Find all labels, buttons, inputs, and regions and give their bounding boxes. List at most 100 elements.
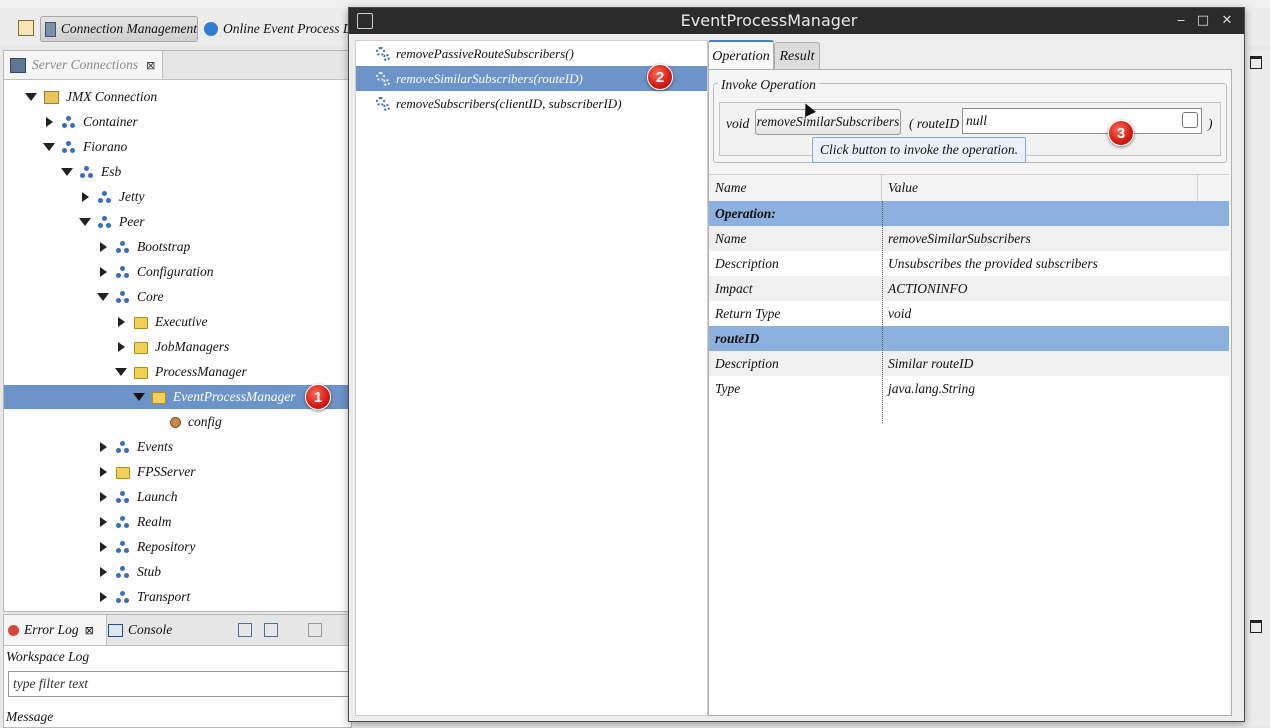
property-value: Similar routeID [888,356,974,371]
perspective-label: Connection Management [60,21,197,36]
collapse-toggle-icon[interactable] [42,115,56,129]
operation-item[interactable]: removeSubscribers(clientID, subscriberID… [356,91,707,116]
property-row[interactable]: Type java.lang.String [709,376,1229,401]
tree-node-eventprocessmanager[interactable]: EventProcessManager [4,385,351,409]
name-column-header[interactable]: Name [715,175,747,201]
tab-operation[interactable]: Operation [708,40,774,72]
tree-node-jobmanagers[interactable]: JobManagers [4,335,351,359]
clear-log-icon[interactable] [308,623,322,637]
message-column-header[interactable]: Message [6,709,53,725]
tree-node-esb[interactable]: Esb [4,160,351,184]
collapse-toggle-icon[interactable] [96,565,110,579]
tree-node-fiorano[interactable]: Fiorano [4,135,351,159]
filter-input[interactable]: type filter text [8,671,353,697]
tree-node-processmanager[interactable]: ProcessManager [4,360,351,384]
collapse-toggle-icon[interactable] [96,515,110,529]
maximize-icon[interactable] [1250,56,1262,69]
expand-toggle-icon[interactable] [78,215,92,229]
property-row[interactable]: Return Type void [709,301,1229,326]
collapse-toggle-icon[interactable] [96,540,110,554]
server-connections-tabbar: Server Connections ⊠ [4,51,351,80]
gear-small-icon [383,103,390,111]
tree-node-stub[interactable]: Stub [4,560,351,584]
value-column-header[interactable]: Value [888,175,918,201]
expand-toggle-icon[interactable] [60,165,74,179]
expand-toggle-icon[interactable] [42,140,56,154]
tree-node-peer[interactable]: Peer [4,210,351,234]
perspective-connection-management[interactable]: Connection Management [40,16,198,42]
tree-node-executive[interactable]: Executive [4,310,351,334]
open-perspective-icon[interactable] [18,20,34,36]
property-row[interactable]: Impact ACTIONINFO [709,276,1229,301]
expand-toggle-icon[interactable] [96,290,110,304]
tree-node-transport[interactable]: Transport [4,585,351,609]
property-name: Name [715,231,747,246]
invoke-tooltip: Click button to invoke the operation. [812,137,1026,163]
mbean-icon [116,440,130,454]
parameter-close: ) [1208,116,1213,131]
operation-tab-panel: Invoke Operation void removeSimilarSubsc… [708,69,1232,716]
collapse-toggle-icon[interactable] [96,490,110,504]
collapse-toggle-icon[interactable] [114,315,128,329]
tree-node-bootstrap[interactable]: Bootstrap [4,235,351,259]
property-row[interactable]: Description Unsubscribes the provided sub… [709,251,1229,276]
tree-node-core[interactable]: Core [4,285,351,309]
tree-node-fpsserver[interactable]: FPSServer [4,460,351,484]
maximize-icon[interactable] [1250,620,1262,633]
export-log-icon[interactable] [238,623,252,637]
tree-node-jmx-connection[interactable]: JMX Connection [4,85,351,109]
tree-node-container[interactable]: Container [4,110,351,134]
tab-console[interactable]: Console [108,615,172,645]
import-log-icon[interactable] [264,623,278,637]
maximize-icon[interactable]: □ [1194,12,1212,30]
tree-node-events[interactable]: Events [4,435,351,459]
close-icon[interactable]: ⊠ [146,59,155,72]
tab-result[interactable]: Result [774,42,820,70]
tree-node-repository[interactable]: Repository [4,535,351,559]
tree-node-config[interactable]: config [4,410,351,434]
property-value: removeSimilarSubscribers [888,231,1031,246]
route-id-input[interactable]: null [962,108,1202,134]
mbean-icon [62,140,76,154]
tree-node-launch[interactable]: Launch [4,485,351,509]
console-icon [108,623,123,637]
collapse-toggle-icon[interactable] [78,190,92,204]
expand-toggle-icon[interactable] [24,90,38,104]
tree-node-label: config [188,414,222,429]
collapse-toggle-icon[interactable] [114,340,128,354]
perspective-online-event-process[interactable]: Online Event Process D [204,16,364,42]
null-checkbox[interactable] [1182,112,1198,128]
collapse-toggle-icon[interactable] [96,465,110,479]
collapse-toggle-icon[interactable] [96,440,110,454]
tree-node-label: ProcessManager [155,364,247,379]
property-row[interactable]: Name removeSimilarSubscribers [709,226,1229,251]
property-row[interactable]: Description Similar routeID [709,351,1229,376]
tree-node-configuration[interactable]: Configuration [4,260,351,284]
tab-server-connections[interactable]: Server Connections ⊠ [4,51,163,79]
collapse-toggle-icon[interactable] [96,240,110,254]
property-value: ACTIONINFO [888,281,968,296]
invoke-operation-button[interactable]: removeSimilarSubscribers [755,109,901,135]
tree-node-label: FPSServer [137,464,196,479]
property-name: Description [715,356,779,371]
expand-toggle-icon[interactable] [114,365,128,379]
server-connections-view: Server Connections ⊠ JMX Connection Conta… [3,50,352,612]
tree-node-label: Repository [137,539,196,554]
close-icon[interactable]: ⊠ [85,624,94,637]
tab-error-log[interactable]: Error Log ⊠ [4,615,107,645]
gear-small-icon [383,78,390,86]
dialog-titlebar[interactable]: EventProcessManager ‒ □ ✕ [349,8,1244,34]
folder-icon [134,342,148,354]
collapse-toggle-icon[interactable] [96,590,110,604]
property-name: Operation: [715,206,776,221]
mbean-icon [98,215,112,229]
collapse-toggle-icon[interactable] [96,265,110,279]
close-icon[interactable]: ✕ [1218,12,1236,30]
expand-toggle-icon[interactable] [132,390,146,404]
property-section-row[interactable]: routeID [709,326,1229,351]
tree-node-realm[interactable]: Realm [4,510,351,534]
operation-item[interactable]: removePassiveRouteSubscribers() [356,41,707,66]
property-section-row[interactable]: Operation: [709,201,1229,226]
minimize-icon[interactable]: ‒ [1172,12,1190,30]
tree-node-jetty[interactable]: Jetty [4,185,351,209]
